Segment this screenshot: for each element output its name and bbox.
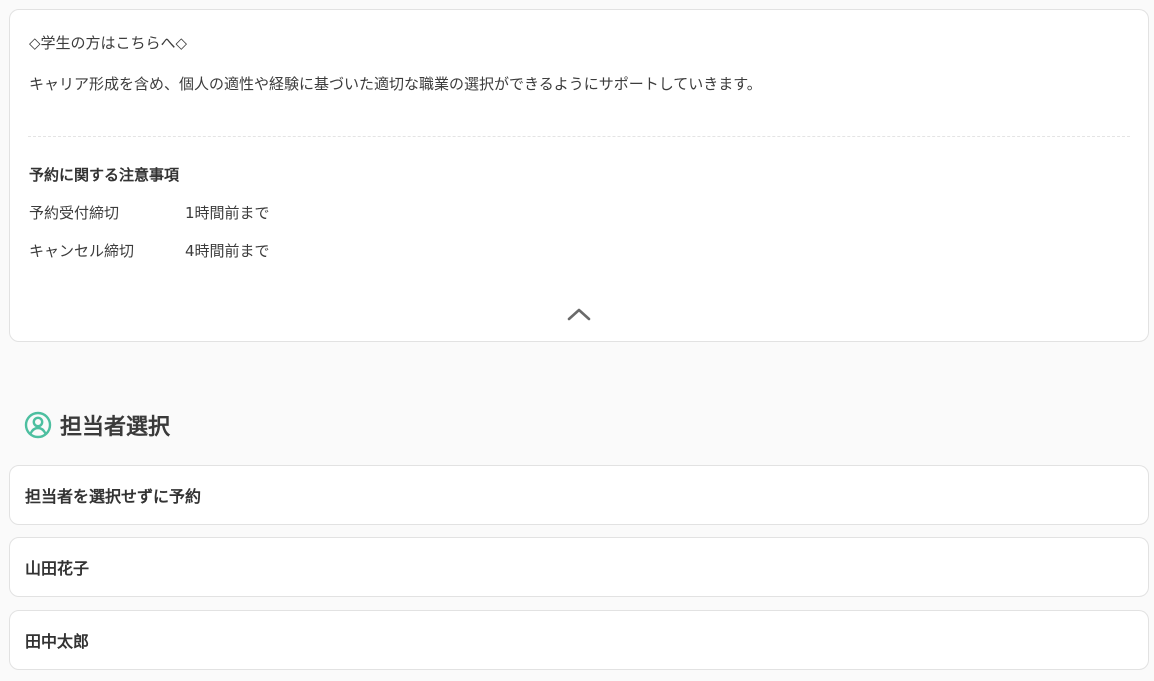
user-circle-icon (24, 411, 52, 439)
info-card: ◇学生の方はこちらへ◇ キャリア形成を含め、個人の適性や経験に基づいた適切な職業… (9, 9, 1149, 342)
notice-row-cancel-deadline: キャンセル締切 4時間前まで (29, 240, 270, 261)
staff-option-label: 山田花子 (25, 559, 90, 578)
section-title: 担当者選択 (60, 415, 171, 440)
staff-option-yamada[interactable]: 山田花子 (9, 537, 1149, 597)
notice-row-booking-deadline: 予約受付締切 1時間前まで (29, 202, 270, 223)
chevron-up-icon (567, 308, 591, 321)
staff-option-label: 田中太郎 (25, 632, 90, 651)
divider (28, 136, 1130, 137)
staff-option-no-preference[interactable]: 担当者を選択せずに予約 (9, 465, 1149, 525)
staff-option-tanaka[interactable]: 田中太郎 (9, 610, 1149, 670)
notice-value: 4時間前まで (185, 242, 270, 260)
service-description: キャリア形成を含め、個人の適性や経験に基づいた適切な職業の選択ができるようにサポ… (29, 75, 762, 93)
staff-option-label: 担当者を選択せずに予約 (25, 487, 202, 506)
notice-value: 1時間前まで (185, 204, 270, 222)
notice-heading: 予約に関する注意事項 (29, 166, 180, 184)
student-note: ◇学生の方はこちらへ◇ (29, 34, 188, 52)
notice-label: キャンセル締切 (29, 242, 135, 260)
notice-label: 予約受付締切 (29, 204, 120, 222)
collapse-button[interactable] (565, 304, 593, 324)
staff-section-header: 担当者選択 (24, 408, 170, 442)
